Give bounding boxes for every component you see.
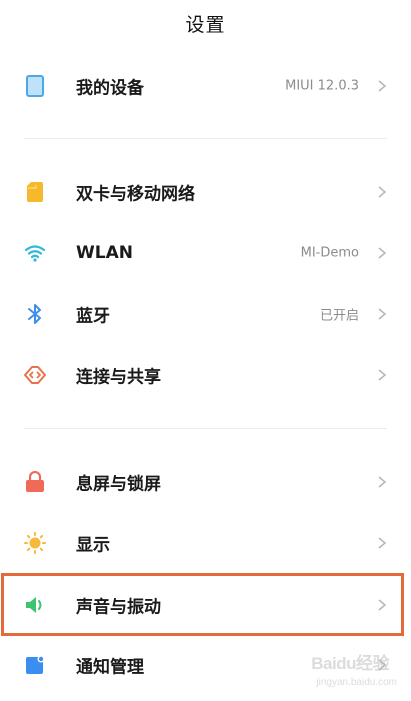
chevron-right-icon: [378, 537, 387, 549]
settings-item-display[interactable]: 显示: [0, 513, 411, 573]
settings-item-lock-screen[interactable]: 息屏与锁屏: [0, 452, 411, 512]
settings-header: 设置: [0, 0, 411, 44]
page-title: 设置: [185, 13, 226, 36]
settings-item-label: 双卡与移动网络: [76, 184, 195, 205]
phone-device-icon: [24, 75, 46, 97]
settings-item-label: 连接与共享: [76, 367, 161, 388]
settings-item-label: 蓝牙: [76, 306, 110, 327]
settings-item-label: 通知管理: [76, 657, 144, 678]
settings-item-value: 已开启: [319, 308, 359, 324]
section-divider: [24, 428, 387, 429]
settings-item-label: 声音与振动: [76, 597, 161, 618]
wifi-icon: [24, 242, 46, 264]
settings-item-value: MIUI 12.0.3: [285, 78, 359, 94]
section-divider: [24, 138, 387, 139]
chevron-right-icon: [378, 476, 387, 488]
speaker-icon: [24, 594, 46, 616]
chevron-right-icon: [378, 369, 387, 381]
sun-brightness-icon: [24, 532, 46, 554]
watermark-logo: Baidu经验: [311, 654, 389, 673]
settings-item-sound-vibration[interactable]: 声音与振动: [0, 575, 411, 635]
chevron-right-icon: [378, 186, 387, 198]
settings-item-bluetooth[interactable]: 蓝牙 已开启: [0, 284, 411, 344]
settings-item-my-device[interactable]: 我的设备 MIUI 12.0.3: [0, 56, 411, 116]
settings-item-label: WLAN: [76, 243, 133, 263]
chevron-right-icon: [378, 599, 387, 611]
settings-item-dual-sim[interactable]: 双卡与移动网络: [0, 162, 411, 222]
notification-icon: [24, 654, 46, 676]
chevron-right-icon: [378, 308, 387, 320]
lock-icon: [24, 471, 46, 493]
chevron-right-icon: [378, 80, 387, 92]
settings-item-connection-sharing[interactable]: 连接与共享: [0, 345, 411, 405]
watermark-url: jingyan.baidu.com: [316, 677, 397, 688]
settings-item-label: 显示: [76, 535, 110, 556]
bluetooth-icon: [24, 303, 46, 325]
share-connection-icon: [24, 364, 46, 386]
sim-card-icon: [24, 181, 46, 203]
chevron-right-icon: [378, 247, 387, 259]
settings-item-label: 息屏与锁屏: [76, 474, 161, 495]
settings-item-label: 我的设备: [76, 78, 144, 99]
settings-item-wlan[interactable]: WLAN MI-Demo: [0, 223, 411, 283]
settings-item-value: MI-Demo: [300, 245, 359, 261]
baidu-jingyan-watermark: Baidu经验 jingyan.baidu.com: [291, 649, 401, 695]
